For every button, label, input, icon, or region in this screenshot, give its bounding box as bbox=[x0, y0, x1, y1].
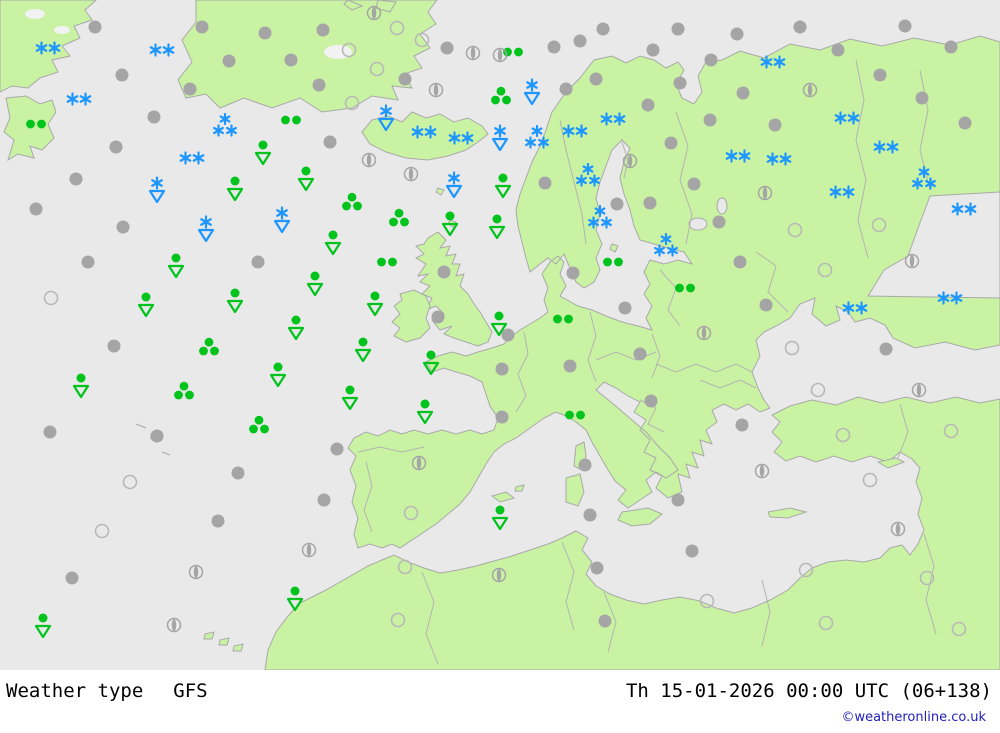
cloud-symbol-icon bbox=[730, 27, 744, 41]
lake-onega bbox=[716, 197, 728, 215]
cloud-symbol-icon bbox=[43, 425, 57, 439]
cloud-symbol-icon bbox=[687, 177, 701, 191]
cloud-symbol-icon bbox=[440, 41, 454, 55]
cloud-symbol-icon bbox=[547, 40, 561, 54]
cloud-symbol-icon bbox=[915, 91, 929, 105]
cloud-symbol-icon bbox=[598, 614, 612, 628]
cloud-symbol-icon bbox=[589, 72, 603, 86]
cloud-symbol-icon bbox=[712, 215, 726, 229]
map-canvas bbox=[0, 0, 1000, 670]
cloud-symbol-icon bbox=[150, 429, 164, 443]
cloud-symbol-icon bbox=[251, 255, 265, 269]
cloud-symbol-icon bbox=[573, 34, 587, 48]
cloud-symbol-icon bbox=[596, 22, 610, 36]
cloud-symbol-icon bbox=[317, 493, 331, 507]
cloud-symbol-icon bbox=[495, 410, 509, 424]
cloud-symbol-icon bbox=[147, 110, 161, 124]
cloud-symbol-icon bbox=[736, 86, 750, 100]
cloud-symbol-icon bbox=[284, 53, 298, 67]
cloud-symbol-icon bbox=[109, 140, 123, 154]
cloud-symbol-icon bbox=[879, 342, 893, 356]
cloud-symbol-icon bbox=[685, 544, 699, 558]
cloud-symbol-icon bbox=[115, 68, 129, 82]
cloud-symbol-icon bbox=[944, 40, 958, 54]
cloud-symbol-icon bbox=[644, 394, 658, 408]
weather-map-screen: Weather type GFS Th 15-01-2026 00:00 UTC … bbox=[0, 0, 1000, 733]
cloud-symbol-icon bbox=[258, 26, 272, 40]
cloud-symbol-icon bbox=[538, 176, 552, 190]
cloud-symbol-icon bbox=[501, 328, 515, 342]
cloud-symbol-icon bbox=[559, 82, 573, 96]
cloud-symbol-icon bbox=[610, 197, 624, 211]
map-product-label: Weather type bbox=[6, 680, 144, 702]
cloud-symbol-icon bbox=[873, 68, 887, 82]
cloud-symbol-icon bbox=[323, 135, 337, 149]
cloud-symbol-icon bbox=[759, 298, 773, 312]
cloud-symbol-icon bbox=[793, 20, 807, 34]
copyright-link[interactable]: ©weatheronline.co.uk bbox=[841, 710, 986, 725]
cloud-symbol-icon bbox=[641, 98, 655, 112]
caption-bar: Weather type GFS Th 15-01-2026 00:00 UTC … bbox=[0, 670, 1000, 733]
cloud-symbol-icon bbox=[431, 310, 445, 324]
cloud-symbol-icon bbox=[831, 43, 845, 57]
cloud-symbol-icon bbox=[633, 347, 647, 361]
cloud-symbol-icon bbox=[69, 172, 83, 186]
cloud-symbol-icon bbox=[222, 54, 236, 68]
cloud-symbol-icon bbox=[330, 442, 344, 456]
cloud-symbol-icon bbox=[671, 493, 685, 507]
cloud-symbol-icon bbox=[211, 514, 225, 528]
cloud-symbol-icon bbox=[183, 82, 197, 96]
cloud-symbol-icon bbox=[398, 72, 412, 86]
icecap bbox=[54, 26, 70, 34]
cloud-symbol-icon bbox=[563, 359, 577, 373]
cloud-symbol-icon bbox=[65, 571, 79, 585]
cloud-symbol-icon bbox=[81, 255, 95, 269]
cloud-symbol-icon bbox=[583, 508, 597, 522]
cloud-symbol-icon bbox=[495, 362, 509, 376]
cloud-symbol-icon bbox=[316, 23, 330, 37]
cloud-symbol-icon bbox=[29, 202, 43, 216]
cloud-symbol-icon bbox=[703, 113, 717, 127]
product-and-model: Weather type GFS bbox=[6, 680, 208, 702]
cloud-symbol-icon bbox=[704, 53, 718, 67]
cloud-symbol-icon bbox=[195, 20, 209, 34]
cloud-symbol-icon bbox=[958, 116, 972, 130]
cloud-symbol-icon bbox=[664, 136, 678, 150]
valid-time-label: Th 15-01-2026 00:00 UTC (06+138) bbox=[625, 680, 992, 702]
cloud-symbol-icon bbox=[231, 466, 245, 480]
weather-map bbox=[0, 0, 1000, 670]
cloud-symbol-icon bbox=[107, 339, 121, 353]
cloud-symbol-icon bbox=[88, 20, 102, 34]
cloud-symbol-icon bbox=[671, 22, 685, 36]
cloud-symbol-icon bbox=[735, 418, 749, 432]
cloud-symbol-icon bbox=[590, 561, 604, 575]
cloud-symbol-icon bbox=[578, 458, 592, 472]
lake-ladoga bbox=[688, 217, 708, 231]
cloud-symbol-icon bbox=[312, 78, 326, 92]
cloud-symbol-icon bbox=[898, 19, 912, 33]
cloud-symbol-icon bbox=[116, 220, 130, 234]
cloud-symbol-icon bbox=[618, 301, 632, 315]
cloud-symbol-icon bbox=[646, 43, 660, 57]
cloud-symbol-icon bbox=[643, 196, 657, 210]
cloud-symbol-icon bbox=[566, 266, 580, 280]
icecap bbox=[25, 9, 45, 19]
model-name: GFS bbox=[173, 680, 208, 702]
cloud-symbol-icon bbox=[733, 255, 747, 269]
cloud-symbol-icon bbox=[437, 265, 451, 279]
cloud-symbol-icon bbox=[673, 76, 687, 90]
cloud-symbol-icon bbox=[768, 118, 782, 132]
